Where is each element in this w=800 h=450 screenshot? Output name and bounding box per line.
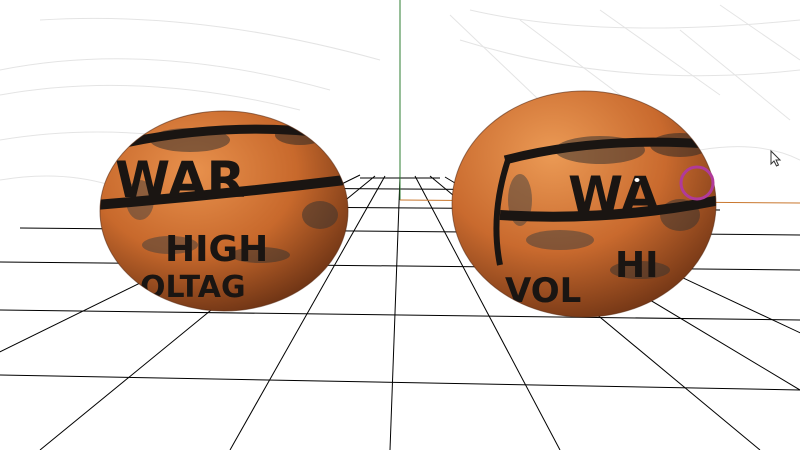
3d-viewport[interactable]: WAR HIGH OLTAG WA HI VOL <box>0 0 800 450</box>
sphere-left-band-text: WAR <box>115 151 245 209</box>
sphere-right-highlight <box>634 178 640 182</box>
sphere-right-line1: HI <box>615 245 659 286</box>
scene-canvas[interactable]: WAR HIGH OLTAG WA HI VOL <box>0 0 800 450</box>
sphere-right-band-text: WA <box>568 166 660 224</box>
grid-line-radial <box>389 175 401 450</box>
sphere-left[interactable]: WAR HIGH OLTAG <box>95 110 349 312</box>
arrow-cursor-icon <box>770 149 782 167</box>
grid-line-horizontal <box>0 374 800 391</box>
sphere-left-line1: HIGH <box>165 229 268 270</box>
sphere-left-line2: OLTAG <box>140 270 246 305</box>
sphere-right[interactable]: WA HI VOL <box>451 90 720 318</box>
sphere-right-line2: VOL <box>505 271 581 311</box>
